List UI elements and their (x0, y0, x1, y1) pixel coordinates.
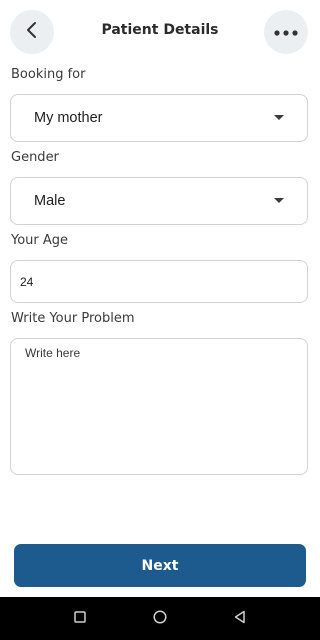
booking-for-value: My mother (34, 110, 103, 126)
problem-label: Write Your Problem (11, 311, 135, 326)
circle-icon (153, 609, 167, 629)
app-header: Patient Details (0, 0, 320, 64)
dropdown-arrow-icon (274, 198, 284, 203)
system-nav-bar (0, 597, 320, 640)
age-input[interactable]: 24 (10, 260, 308, 303)
gender-value: Male (34, 193, 66, 209)
square-icon (74, 610, 86, 628)
booking-for-label: Booking for (11, 67, 86, 82)
next-button[interactable]: Next (14, 544, 306, 587)
age-value: 24 (20, 275, 34, 289)
problem-placeholder: Write here (25, 346, 81, 360)
triangle-back-icon (233, 610, 247, 629)
recents-button[interactable] (70, 609, 90, 629)
more-horizontal-icon (274, 23, 298, 41)
gender-select[interactable]: Male (10, 177, 308, 225)
back-nav-button[interactable] (230, 609, 250, 629)
problem-textarea[interactable]: Write here (10, 338, 308, 475)
booking-for-select[interactable]: My mother (10, 94, 308, 142)
gender-label: Gender (11, 150, 59, 165)
age-label: Your Age (11, 233, 69, 248)
dropdown-arrow-icon (274, 115, 284, 120)
home-button[interactable] (150, 609, 170, 629)
more-options-button[interactable] (264, 10, 308, 54)
